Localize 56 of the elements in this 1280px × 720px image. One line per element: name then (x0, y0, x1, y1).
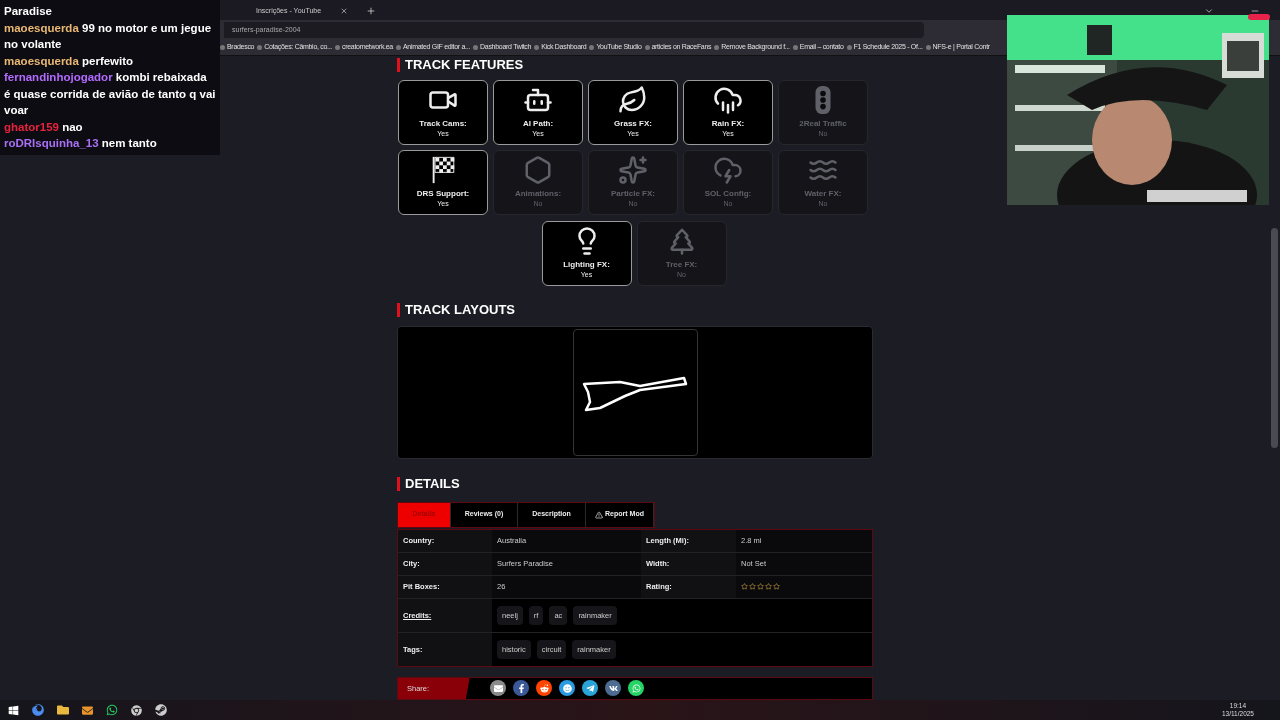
chat-message: Paradise (4, 4, 53, 19)
bookmark-icon (925, 45, 931, 50)
scrollbar-thumb[interactable] (1271, 228, 1278, 448)
feature-label: AI Path: (522, 119, 554, 129)
feature-label: 2Real Traffic (799, 119, 847, 129)
bookmark-icon (395, 45, 401, 50)
feature-label: Water FX: (804, 189, 842, 199)
folder-icon[interactable] (57, 704, 69, 716)
tab-list-icon[interactable] (1204, 6, 1214, 16)
new-tab-icon[interactable] (366, 6, 376, 16)
smiley-icon[interactable] (559, 680, 575, 697)
mail-icon[interactable] (82, 704, 93, 716)
rain-cloud-icon (713, 85, 743, 115)
telegram-icon[interactable] (582, 680, 598, 697)
bookmark-icon (335, 45, 340, 50)
alert-badge (1248, 14, 1270, 20)
browser-icon[interactable] (32, 704, 44, 716)
start-icon[interactable] (8, 704, 19, 716)
section-title: TRACK LAYOUTS (405, 301, 516, 320)
bookmark-icon (714, 45, 720, 50)
feature-label: Rain FX: (711, 119, 745, 129)
chat-message: ghator159 nao (4, 119, 84, 135)
steam-icon[interactable] (155, 704, 167, 716)
bookmark-icon (220, 45, 225, 50)
close-icon[interactable] (340, 7, 348, 15)
facebook-icon[interactable] (513, 680, 529, 697)
bookmark-icon (792, 45, 798, 50)
feature-label: Grass FX: (614, 119, 652, 129)
email-icon[interactable] (490, 680, 506, 697)
app-icon[interactable] (131, 704, 142, 716)
feature-label: Track Cams: (419, 119, 467, 129)
star-rating[interactable] (741, 583, 780, 591)
feature-label: Particle FX: (611, 189, 655, 199)
vk-icon[interactable] (605, 680, 621, 697)
leaf-icon (618, 85, 648, 115)
burst-icon (618, 155, 648, 185)
bookmark-icon (589, 45, 595, 50)
feature-label: Tree FX: (665, 260, 698, 270)
feature-label: DRS Support: (416, 189, 470, 199)
bookmark-icon (846, 45, 852, 50)
feature-label: Animations: (514, 189, 562, 199)
bookmark-icon (534, 45, 540, 50)
bookmark-icon (257, 45, 263, 50)
feature-label: SOL Config: (704, 189, 752, 199)
whatsapp-icon[interactable] (628, 680, 644, 697)
reddit-icon[interactable] (536, 680, 552, 697)
storm-cloud-icon (713, 155, 743, 185)
chat-message: maoesquerda perfewito (4, 53, 135, 69)
chat-message: roDRIsquinha_13 nem tanto (4, 136, 158, 151)
section-title: DETAILS (405, 474, 460, 493)
bookmark-icon (473, 45, 479, 50)
section-title: TRACK FEATURES (405, 56, 524, 75)
layout-card[interactable] (572, 328, 698, 456)
whatsapp-icon[interactable] (106, 704, 118, 716)
bookmark-icon (644, 45, 650, 50)
feature-label: Lighting FX: (563, 260, 610, 270)
